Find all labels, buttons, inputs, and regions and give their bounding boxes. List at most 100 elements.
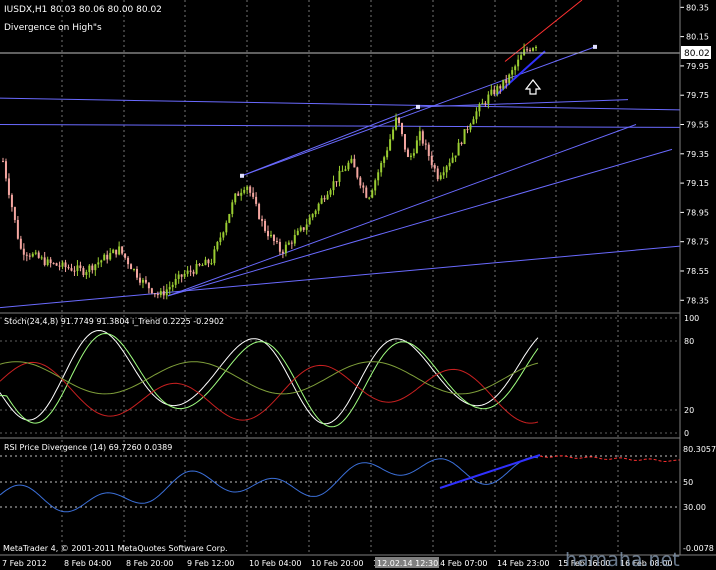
candle-body [264, 220, 267, 231]
candle-body [198, 264, 201, 266]
candle-body [183, 273, 186, 277]
rsi-tick-label: 50 [683, 478, 693, 487]
candle-body [523, 49, 526, 56]
candle-body [88, 265, 91, 273]
candle-body [290, 242, 293, 244]
candle-body [490, 89, 493, 95]
candle-body [517, 59, 520, 67]
candle-body [82, 268, 85, 276]
candle-body [171, 284, 174, 288]
candle-body [359, 177, 362, 186]
candle-body [502, 79, 505, 89]
candle-body [520, 55, 523, 60]
candle-body [31, 253, 34, 257]
candle-body [213, 249, 216, 264]
candle-body [514, 66, 517, 71]
candle-body [508, 74, 511, 83]
price-tick-label: 78.95 [686, 208, 709, 217]
candle-body [323, 198, 326, 200]
candle-body [287, 242, 290, 245]
candle-body [532, 48, 535, 51]
candle-body [219, 237, 222, 242]
candle-body [61, 262, 64, 267]
candle-body [535, 46, 537, 49]
candle-body [237, 193, 240, 196]
candle-body [329, 190, 332, 195]
candle-body [100, 260, 103, 263]
candle-body [228, 214, 231, 223]
candle-body [424, 143, 427, 145]
trendline-anchor [593, 44, 597, 49]
candle-body [144, 279, 147, 283]
candle-body [454, 155, 457, 158]
candle-body [2, 161, 4, 163]
price-tick-label: 79.35 [686, 150, 709, 159]
candle-body [430, 155, 433, 166]
candle-body [317, 203, 320, 211]
candle-body [383, 157, 386, 163]
trendline-anchor [240, 173, 244, 178]
candle-body [127, 257, 130, 265]
candle-body [180, 274, 183, 277]
candle-body [293, 234, 296, 244]
candle-body [445, 166, 448, 173]
footer-copyright: MetaTrader 4, © 2001-2011 MetaQuotes Sof… [3, 544, 228, 553]
candle-body [296, 230, 299, 235]
trendline-anchor [416, 104, 420, 109]
candle-body [308, 217, 311, 225]
stoch-tick-label: 80 [684, 337, 694, 346]
candle-body [451, 157, 454, 163]
price-tick-label: 78.55 [686, 267, 709, 276]
candle-body [272, 234, 275, 241]
candle-body [335, 181, 338, 183]
candle-body [311, 214, 314, 218]
candle-body [10, 194, 13, 208]
candle-body [481, 102, 484, 105]
candle-body [130, 264, 133, 270]
candle-body [353, 158, 356, 168]
candle-body [344, 169, 347, 171]
candle-body [37, 252, 40, 258]
price-tick-label: 79.15 [686, 179, 709, 188]
candle-body [174, 278, 177, 285]
stoch-tick-label: 0 [684, 429, 689, 438]
candle-body [418, 131, 421, 141]
candle-body [246, 186, 249, 190]
current-price-label: 80.02 [684, 49, 710, 59]
candle-body [275, 240, 278, 242]
candle-body [368, 197, 371, 199]
candle-body [133, 268, 136, 270]
time-tick-label: 14 Feb 07:00 [435, 559, 487, 568]
candle-body [177, 274, 180, 279]
candle-body [186, 270, 189, 274]
candle-body [377, 172, 380, 181]
time-tick-label: 10 Feb 04:00 [249, 559, 301, 568]
candle-body [162, 291, 165, 296]
candle-body [320, 198, 323, 204]
candle-body [67, 267, 70, 269]
time-tick-label: 10 Feb 20:00 [311, 559, 363, 568]
candle-body [222, 232, 225, 238]
candle-body [103, 254, 106, 261]
candle-body [472, 119, 475, 125]
candle-body [302, 227, 305, 230]
candle-body [252, 192, 255, 197]
chart-canvas[interactable]: 80.35 80.15 79.95 79.75 79.55 79.35 79.15 78.95… [0, 0, 716, 570]
candle-body [135, 268, 138, 278]
candle-body [436, 168, 439, 180]
candle-body [210, 263, 213, 265]
candle-body [371, 190, 374, 198]
price-tick-label: 79.75 [686, 91, 709, 100]
candle-body [168, 287, 171, 290]
candle-body [409, 155, 412, 157]
candle-body [427, 144, 430, 156]
candle-body [94, 264, 97, 271]
candle-body [40, 257, 43, 259]
candle-body [147, 282, 150, 289]
candle-body [207, 259, 210, 264]
candle-body [225, 222, 228, 233]
candle-body [484, 102, 487, 104]
candle-body [457, 142, 460, 156]
candle-body [112, 249, 115, 254]
candle-body [189, 270, 192, 272]
